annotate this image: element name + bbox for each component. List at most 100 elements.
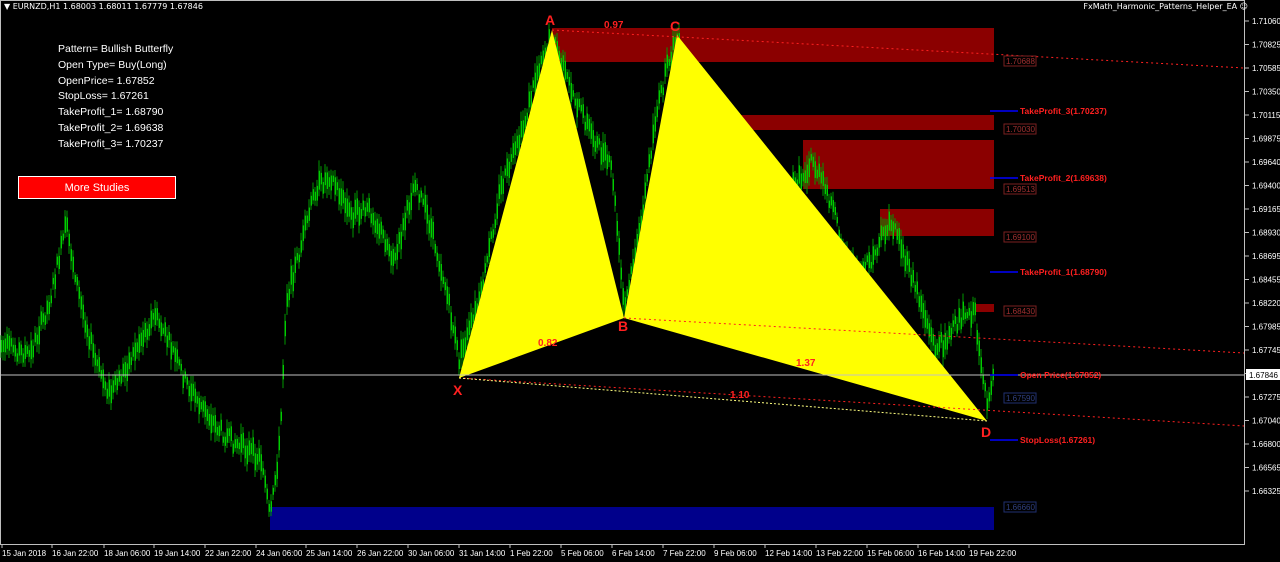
time-tick-label: 19 Jan 14:00 [154, 549, 201, 558]
zone-label-3: 1.69513 [1006, 185, 1035, 194]
candle-body [10, 338, 12, 347]
candle-body [134, 342, 136, 361]
candle-body [578, 98, 580, 108]
candle-body [102, 369, 104, 389]
candle-body [94, 352, 96, 366]
candle-body [400, 231, 402, 250]
candle-body [590, 123, 592, 139]
smiley-icon[interactable]: ☺ [1240, 2, 1248, 11]
candle-body [442, 276, 444, 284]
candle-body [876, 247, 878, 256]
candle-body [220, 419, 222, 431]
candle-body [222, 436, 224, 443]
candle-body [2, 340, 4, 353]
candle-body [402, 218, 404, 231]
info-tp2: TakeProfit_2= 1.69638 [58, 121, 164, 134]
candle-body [956, 324, 958, 334]
candle-body [484, 263, 486, 273]
candle-body [48, 301, 50, 314]
candle-body [254, 453, 256, 471]
candle-body [242, 432, 244, 449]
candle-body [250, 443, 252, 455]
candle-body [202, 400, 204, 412]
candle-body [614, 195, 616, 206]
more-studies-button[interactable]: More Studies [18, 176, 176, 199]
ratio-xb: 0.82 [538, 338, 558, 349]
candle-body [412, 183, 414, 193]
candle-body [406, 199, 408, 211]
time-tick-label: 30 Jan 06:00 [408, 549, 455, 558]
candle-body [212, 415, 214, 426]
candle-body [174, 347, 176, 363]
candle-body [916, 281, 918, 295]
candle-body [502, 178, 504, 194]
candle-body [344, 197, 346, 214]
candle-body [314, 191, 316, 201]
candle-body [970, 311, 972, 328]
candle-body [936, 343, 938, 355]
candle-body [976, 330, 978, 345]
candle-body [584, 121, 586, 131]
candle-body [650, 150, 652, 159]
candle-body [564, 60, 566, 80]
candle-body [354, 199, 356, 219]
candle-body [232, 443, 234, 454]
candle-body [326, 172, 328, 189]
candle-body [376, 218, 378, 235]
zone-label-4: 1.69100 [1006, 233, 1035, 242]
candle-body [224, 436, 226, 446]
candle-body [822, 171, 824, 186]
candle-body [364, 207, 366, 217]
candle-body [210, 414, 212, 434]
candle-body [510, 154, 512, 162]
candle-body [24, 344, 26, 359]
candle-body [588, 118, 590, 132]
candle-body [378, 223, 380, 239]
ratio-xd: 1.10 [730, 390, 750, 401]
candle-body [318, 170, 320, 190]
candle-body [148, 324, 150, 337]
candle-body [898, 228, 900, 245]
candle-body [806, 164, 808, 184]
candle-body [308, 207, 310, 221]
candle-body [294, 256, 296, 273]
price-tick-label: 1.68220 [1252, 299, 1280, 308]
time-tick-label: 9 Feb 06:00 [714, 549, 757, 558]
candle-body [972, 302, 974, 316]
candle-body [128, 352, 130, 370]
dropdown-triangle-icon[interactable]: ▼ [4, 2, 10, 11]
candle-body [418, 194, 420, 203]
point-label-c: C [670, 18, 680, 34]
candle-body [82, 304, 84, 320]
candle-body [296, 253, 298, 261]
candle-body [444, 282, 446, 291]
candle-body [188, 386, 190, 397]
candle-body [340, 188, 342, 206]
price-chart[interactable]: 1.71060 1.70825 1.70585 1.70350 1.70115 1.698… [0, 0, 1280, 562]
candle-body [176, 349, 178, 364]
candle-body [142, 329, 144, 347]
candle-body [938, 336, 940, 352]
candle-body [264, 475, 266, 488]
info-panel: Pattern= Bullish Butterfly Open Type= Bu… [58, 42, 173, 153]
candle-body [428, 220, 430, 234]
candle-body [906, 251, 908, 266]
candle-body [580, 104, 582, 112]
candle-body [374, 220, 376, 233]
candle-body [950, 327, 952, 340]
candle-body [834, 206, 836, 215]
candle-body [150, 310, 152, 329]
candle-body [244, 445, 246, 459]
candle-body [624, 297, 626, 310]
candle-body [912, 270, 914, 283]
candle-body [168, 331, 170, 341]
candle-body [952, 320, 954, 327]
candle-body [980, 357, 982, 373]
candle-body [600, 147, 602, 165]
candle-body [494, 219, 496, 228]
time-tick-label: 5 Feb 06:00 [561, 549, 604, 558]
candle-body [44, 315, 46, 325]
candle-body [536, 65, 538, 81]
candle-body [436, 252, 438, 261]
candle-body [448, 293, 450, 306]
